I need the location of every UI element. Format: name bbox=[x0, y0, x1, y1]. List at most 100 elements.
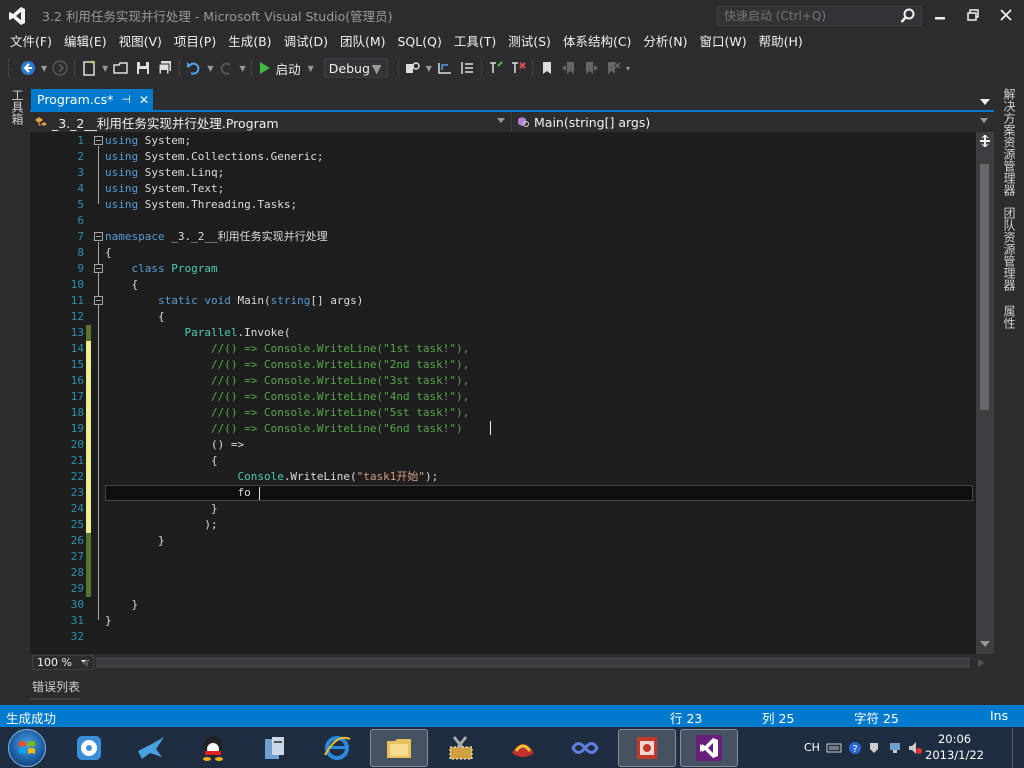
code-line[interactable]: 11 static void Main(string[] args) bbox=[30, 293, 976, 309]
menu-analyze[interactable]: 分析(N) bbox=[637, 31, 693, 53]
menu-debug[interactable]: 调试(D) bbox=[278, 31, 334, 53]
collapse-region-icon[interactable] bbox=[94, 296, 103, 305]
menu-sql[interactable]: SQL(Q) bbox=[392, 31, 448, 53]
code-line[interactable]: 7 namespace _3._2__利用任务实现并行处理 bbox=[30, 229, 976, 245]
tab-program-cs[interactable]: Program.cs* ⊣ ✕ bbox=[31, 89, 153, 110]
taskbar-tools-icon[interactable] bbox=[432, 729, 490, 767]
error-list-tab[interactable]: 错误列表 bbox=[30, 676, 80, 696]
quick-launch-box[interactable] bbox=[717, 6, 922, 26]
code-line[interactable]: 9 class Program bbox=[30, 261, 976, 277]
scroll-left-icon[interactable] bbox=[82, 659, 88, 667]
uncomment-lines-icon[interactable] bbox=[507, 57, 529, 79]
type-scope-dropdown[interactable]: _3._2__利用任务实现并行处理.Program bbox=[30, 112, 512, 132]
restore-button[interactable] bbox=[957, 0, 989, 30]
volume-muted-icon[interactable] bbox=[908, 741, 922, 755]
taskbar-installer-icon[interactable] bbox=[246, 729, 304, 767]
navigate-back-icon[interactable] bbox=[17, 57, 39, 79]
menu-help[interactable]: 帮助(H) bbox=[753, 31, 809, 53]
menu-tools[interactable]: 工具(T) bbox=[448, 31, 502, 53]
find-in-files-icon[interactable] bbox=[402, 57, 424, 79]
code-line[interactable]: 4 using System.Text; bbox=[30, 181, 976, 197]
collapse-region-icon[interactable] bbox=[94, 264, 103, 273]
taskbar-media-player-icon[interactable] bbox=[60, 729, 118, 767]
visual-studio-logo-icon[interactable] bbox=[0, 0, 34, 31]
code-line[interactable]: 25 ); bbox=[30, 517, 976, 533]
vertical-scrollbar[interactable] bbox=[976, 132, 994, 654]
code-line[interactable]: 5 using System.Threading.Tasks; bbox=[30, 197, 976, 213]
code-line[interactable]: 27 bbox=[30, 549, 976, 565]
menu-window[interactable]: 窗口(W) bbox=[694, 31, 753, 53]
pin-icon[interactable]: ⊣ bbox=[121, 93, 131, 106]
code-line[interactable]: 15 //() => Console.WriteLine("2nd task!"… bbox=[30, 357, 976, 373]
properties-tab[interactable]: 属性 bbox=[1001, 305, 1018, 329]
comment-lines-icon[interactable] bbox=[485, 57, 507, 79]
code-line[interactable]: 26 } bbox=[30, 533, 976, 549]
taskbar-vs-blend-icon[interactable] bbox=[556, 729, 614, 767]
keyboard-icon[interactable] bbox=[826, 742, 842, 754]
menu-edit[interactable]: 编辑(E) bbox=[58, 31, 113, 53]
code-line[interactable]: 17 //() => Console.WriteLine("4nd task!"… bbox=[30, 389, 976, 405]
chevron-down-icon[interactable]: ▼ bbox=[207, 64, 213, 73]
code-line[interactable]: 8{ bbox=[30, 245, 976, 261]
toolbar-overflow-icon[interactable]: ▾ bbox=[626, 64, 630, 73]
toolbar-grip[interactable] bbox=[8, 59, 11, 77]
close-icon[interactable]: ✕ bbox=[139, 93, 149, 107]
taskbar-sql-icon[interactable] bbox=[494, 729, 552, 767]
code-line[interactable]: 20 () => bbox=[30, 437, 976, 453]
code-line[interactable]: 22 Console.WriteLine("task1开始"); bbox=[30, 469, 976, 485]
menu-build[interactable]: 生成(B) bbox=[222, 31, 277, 53]
taskbar-bird-app-icon[interactable] bbox=[122, 729, 180, 767]
scroll-down-icon[interactable] bbox=[980, 636, 990, 650]
taskbar-clock[interactable]: 20:06 2013/1/22 bbox=[925, 731, 984, 763]
taskbar-ie-icon[interactable] bbox=[308, 729, 366, 767]
code-line[interactable]: 14 //() => Console.WriteLine("1st task!"… bbox=[30, 341, 976, 357]
bookmark-icon[interactable] bbox=[536, 57, 558, 79]
code-line[interactable]: 13 Parallel.Invoke( bbox=[30, 325, 976, 341]
code-line[interactable]: 1 using System; bbox=[30, 133, 976, 149]
taskbar-explorer-icon[interactable] bbox=[370, 729, 428, 767]
code-line[interactable]: 23 fo bbox=[30, 485, 976, 501]
open-file-icon[interactable] bbox=[110, 57, 132, 79]
code-line[interactable]: 31} bbox=[30, 613, 976, 629]
input-language-indicator[interactable]: CH bbox=[804, 741, 820, 754]
redo-icon[interactable] bbox=[215, 57, 237, 79]
code-line[interactable]: 12 { bbox=[30, 309, 976, 325]
code-line[interactable]: 19 //() => Console.WriteLine("6nd task!"… bbox=[30, 421, 976, 437]
team-explorer-tab[interactable]: 团队资源管理器 bbox=[1001, 207, 1018, 291]
code-line[interactable]: 21 { bbox=[30, 453, 976, 469]
code-line[interactable]: 28 bbox=[30, 565, 976, 581]
vertical-scroll-thumb[interactable] bbox=[980, 164, 989, 410]
taskbar-visual-studio-icon[interactable] bbox=[680, 729, 738, 767]
help-icon[interactable]: ? bbox=[848, 741, 862, 755]
collapse-region-icon[interactable] bbox=[94, 136, 103, 145]
taskbar-qq-icon[interactable] bbox=[184, 729, 242, 767]
menu-file[interactable]: 文件(F) bbox=[4, 31, 58, 53]
solution-explorer-tab[interactable]: 解决方案资源管理器 bbox=[1001, 88, 1018, 196]
code-line[interactable]: 2 using System.Collections.Generic; bbox=[30, 149, 976, 165]
next-bookmark-icon[interactable] bbox=[580, 57, 602, 79]
outline-icon[interactable] bbox=[456, 57, 478, 79]
previous-bookmark-icon[interactable] bbox=[558, 57, 580, 79]
chevron-down-icon[interactable]: ▼ bbox=[41, 64, 47, 73]
scroll-right-icon[interactable] bbox=[978, 659, 984, 667]
code-line[interactable]: 16 //() => Console.WriteLine("3st task!"… bbox=[30, 373, 976, 389]
step-into-icon[interactable] bbox=[434, 57, 456, 79]
save-all-icon[interactable] bbox=[154, 57, 176, 79]
save-icon[interactable] bbox=[132, 57, 154, 79]
menu-view[interactable]: 视图(V) bbox=[113, 31, 168, 53]
chevron-down-icon[interactable]: ▼ bbox=[308, 64, 314, 73]
chevron-down-icon[interactable]: ▼ bbox=[426, 64, 432, 73]
code-line[interactable]: 30 } bbox=[30, 597, 976, 613]
code-line[interactable]: 3 using System.Linq; bbox=[30, 165, 976, 181]
network-icon[interactable] bbox=[888, 741, 902, 755]
tab-list-dropdown-icon[interactable] bbox=[980, 94, 990, 108]
menu-team[interactable]: 团队(M) bbox=[334, 31, 392, 53]
toolbox-tab[interactable]: 工具箱 bbox=[9, 89, 26, 125]
code-line[interactable]: 24 } bbox=[30, 501, 976, 517]
minimize-button[interactable] bbox=[924, 0, 956, 30]
code-line[interactable]: 10 { bbox=[30, 277, 976, 293]
chevron-down-icon[interactable]: ▼ bbox=[102, 64, 108, 73]
chevron-down-icon[interactable]: ▼ bbox=[239, 64, 245, 73]
solution-configuration-select[interactable]: Debug ▼ bbox=[323, 58, 388, 78]
code-line[interactable]: 29 bbox=[30, 581, 976, 597]
